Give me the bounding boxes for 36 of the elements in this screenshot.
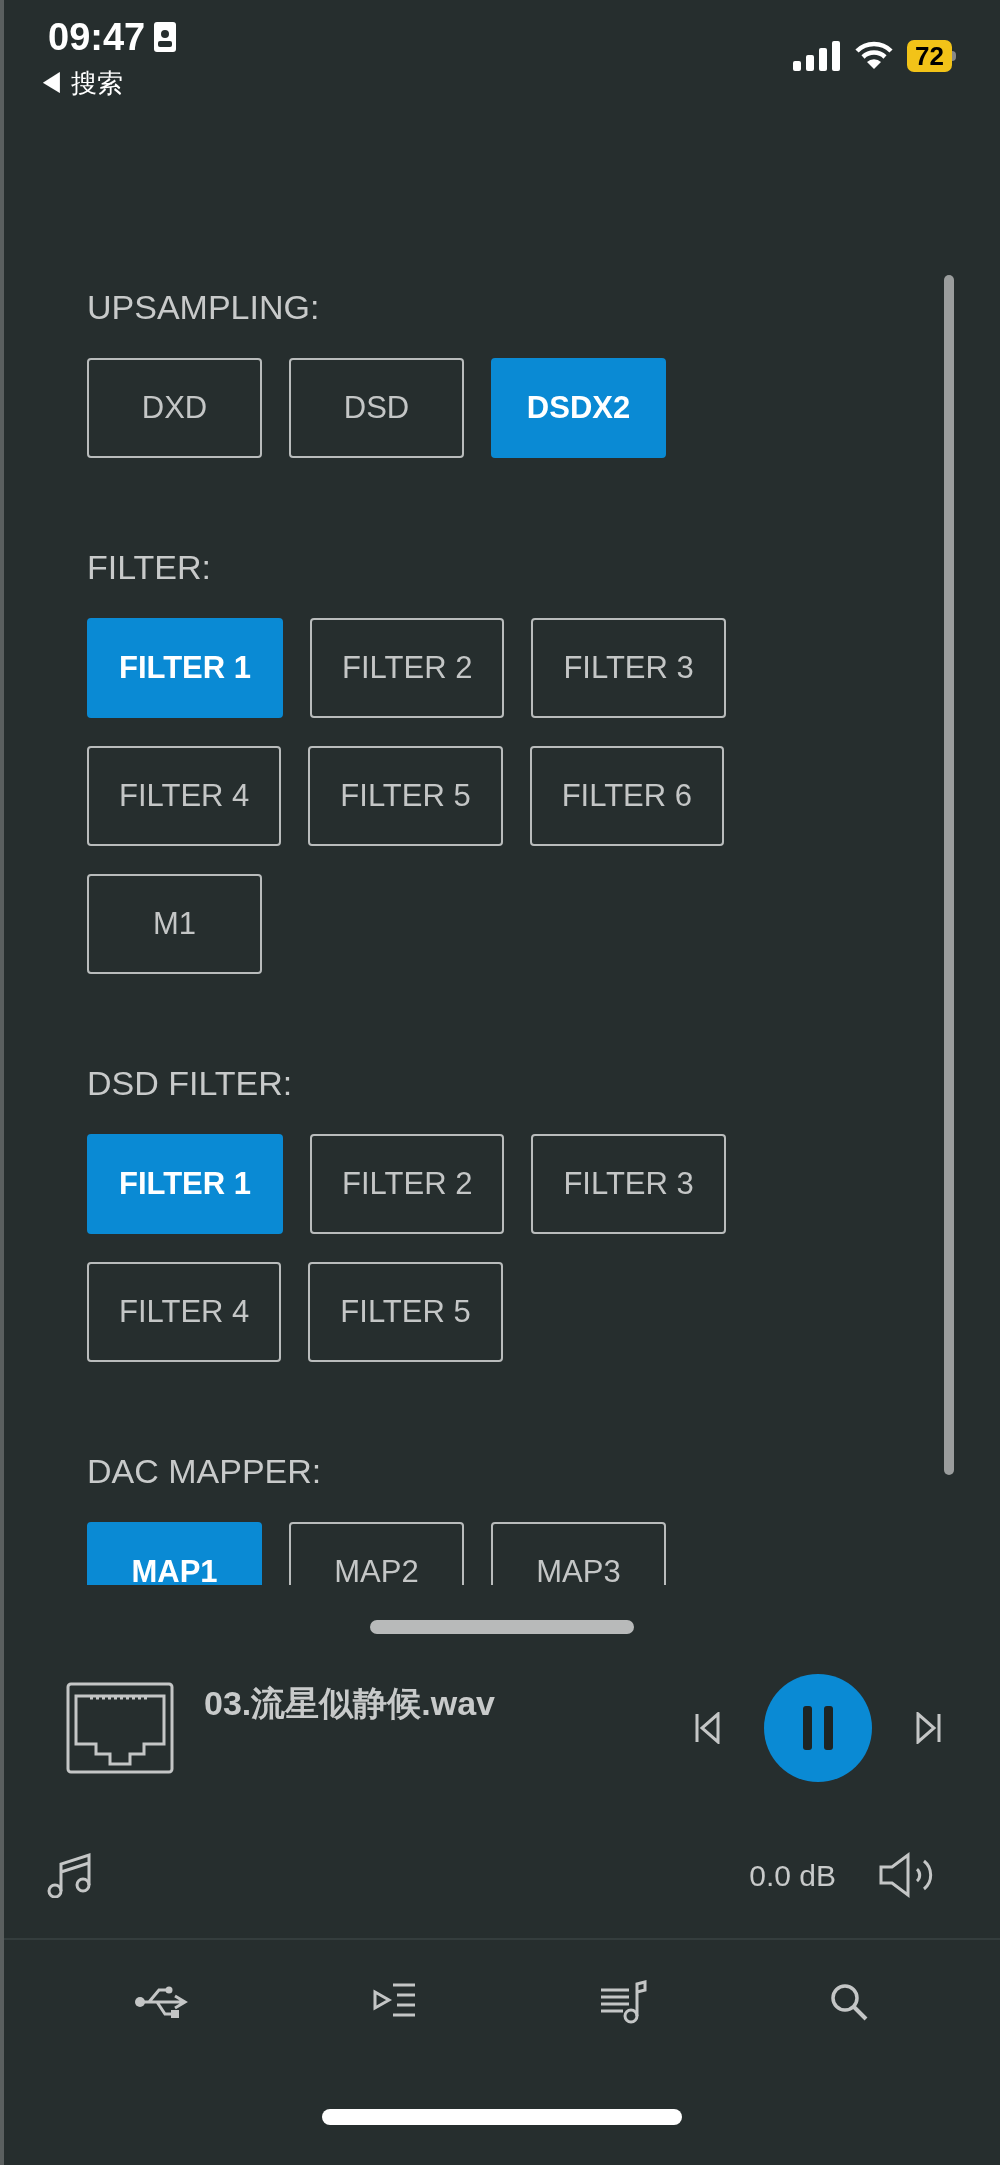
battery-indicator: 72 <box>907 40 956 72</box>
signal-icon <box>793 41 842 71</box>
ethernet-port-icon <box>66 1682 174 1774</box>
previous-track-icon[interactable] <box>694 1712 720 1744</box>
volume-reading: 0.0 dB <box>749 1857 836 1894</box>
option-button[interactable]: FILTER 4 <box>87 1262 282 1362</box>
option-button[interactable]: FILTER 1 <box>87 618 284 718</box>
next-track-icon[interactable] <box>916 1712 942 1744</box>
option-button[interactable]: FILTER 3 <box>531 1134 726 1234</box>
option-button[interactable]: FILTER 5 <box>308 1262 503 1362</box>
option-button[interactable]: FILTER 2 <box>310 1134 505 1234</box>
search-icon[interactable] <box>829 1982 869 2022</box>
pause-icon <box>800 1706 836 1750</box>
option-button[interactable]: FILTER 2 <box>310 618 505 718</box>
back-link[interactable]: ◀ 搜索 <box>38 64 178 103</box>
option-button[interactable]: DXD <box>87 358 262 458</box>
option-button[interactable]: FILTER 3 <box>531 618 726 718</box>
option-button[interactable]: MAP1 <box>87 1522 262 1585</box>
option-button[interactable]: FILTER 4 <box>87 746 282 846</box>
section-label: DSD FILTER: <box>87 1066 294 1100</box>
id-card-icon <box>153 21 178 53</box>
option-button[interactable]: FILTER 1 <box>87 1134 284 1234</box>
option-button[interactable]: M1 <box>87 874 262 974</box>
music-library-icon[interactable] <box>599 1980 647 2024</box>
drag-handle[interactable] <box>370 1620 634 1634</box>
option-button[interactable]: DSD <box>289 358 464 458</box>
option-button[interactable]: DSDX2 <box>491 358 666 458</box>
section-label: UPSAMPLING: <box>87 290 321 324</box>
option-button[interactable]: FILTER 5 <box>308 746 503 846</box>
wifi-icon <box>855 41 894 71</box>
status-time: 09:47 <box>48 18 146 56</box>
option-button[interactable]: FILTER 6 <box>529 746 725 846</box>
section-label: FILTER: <box>87 550 213 584</box>
music-note-icon[interactable] <box>46 1852 94 1898</box>
track-title: 03.流星似静候.wav <box>204 1683 496 1724</box>
section-label: DAC MAPPER: <box>87 1454 323 1488</box>
